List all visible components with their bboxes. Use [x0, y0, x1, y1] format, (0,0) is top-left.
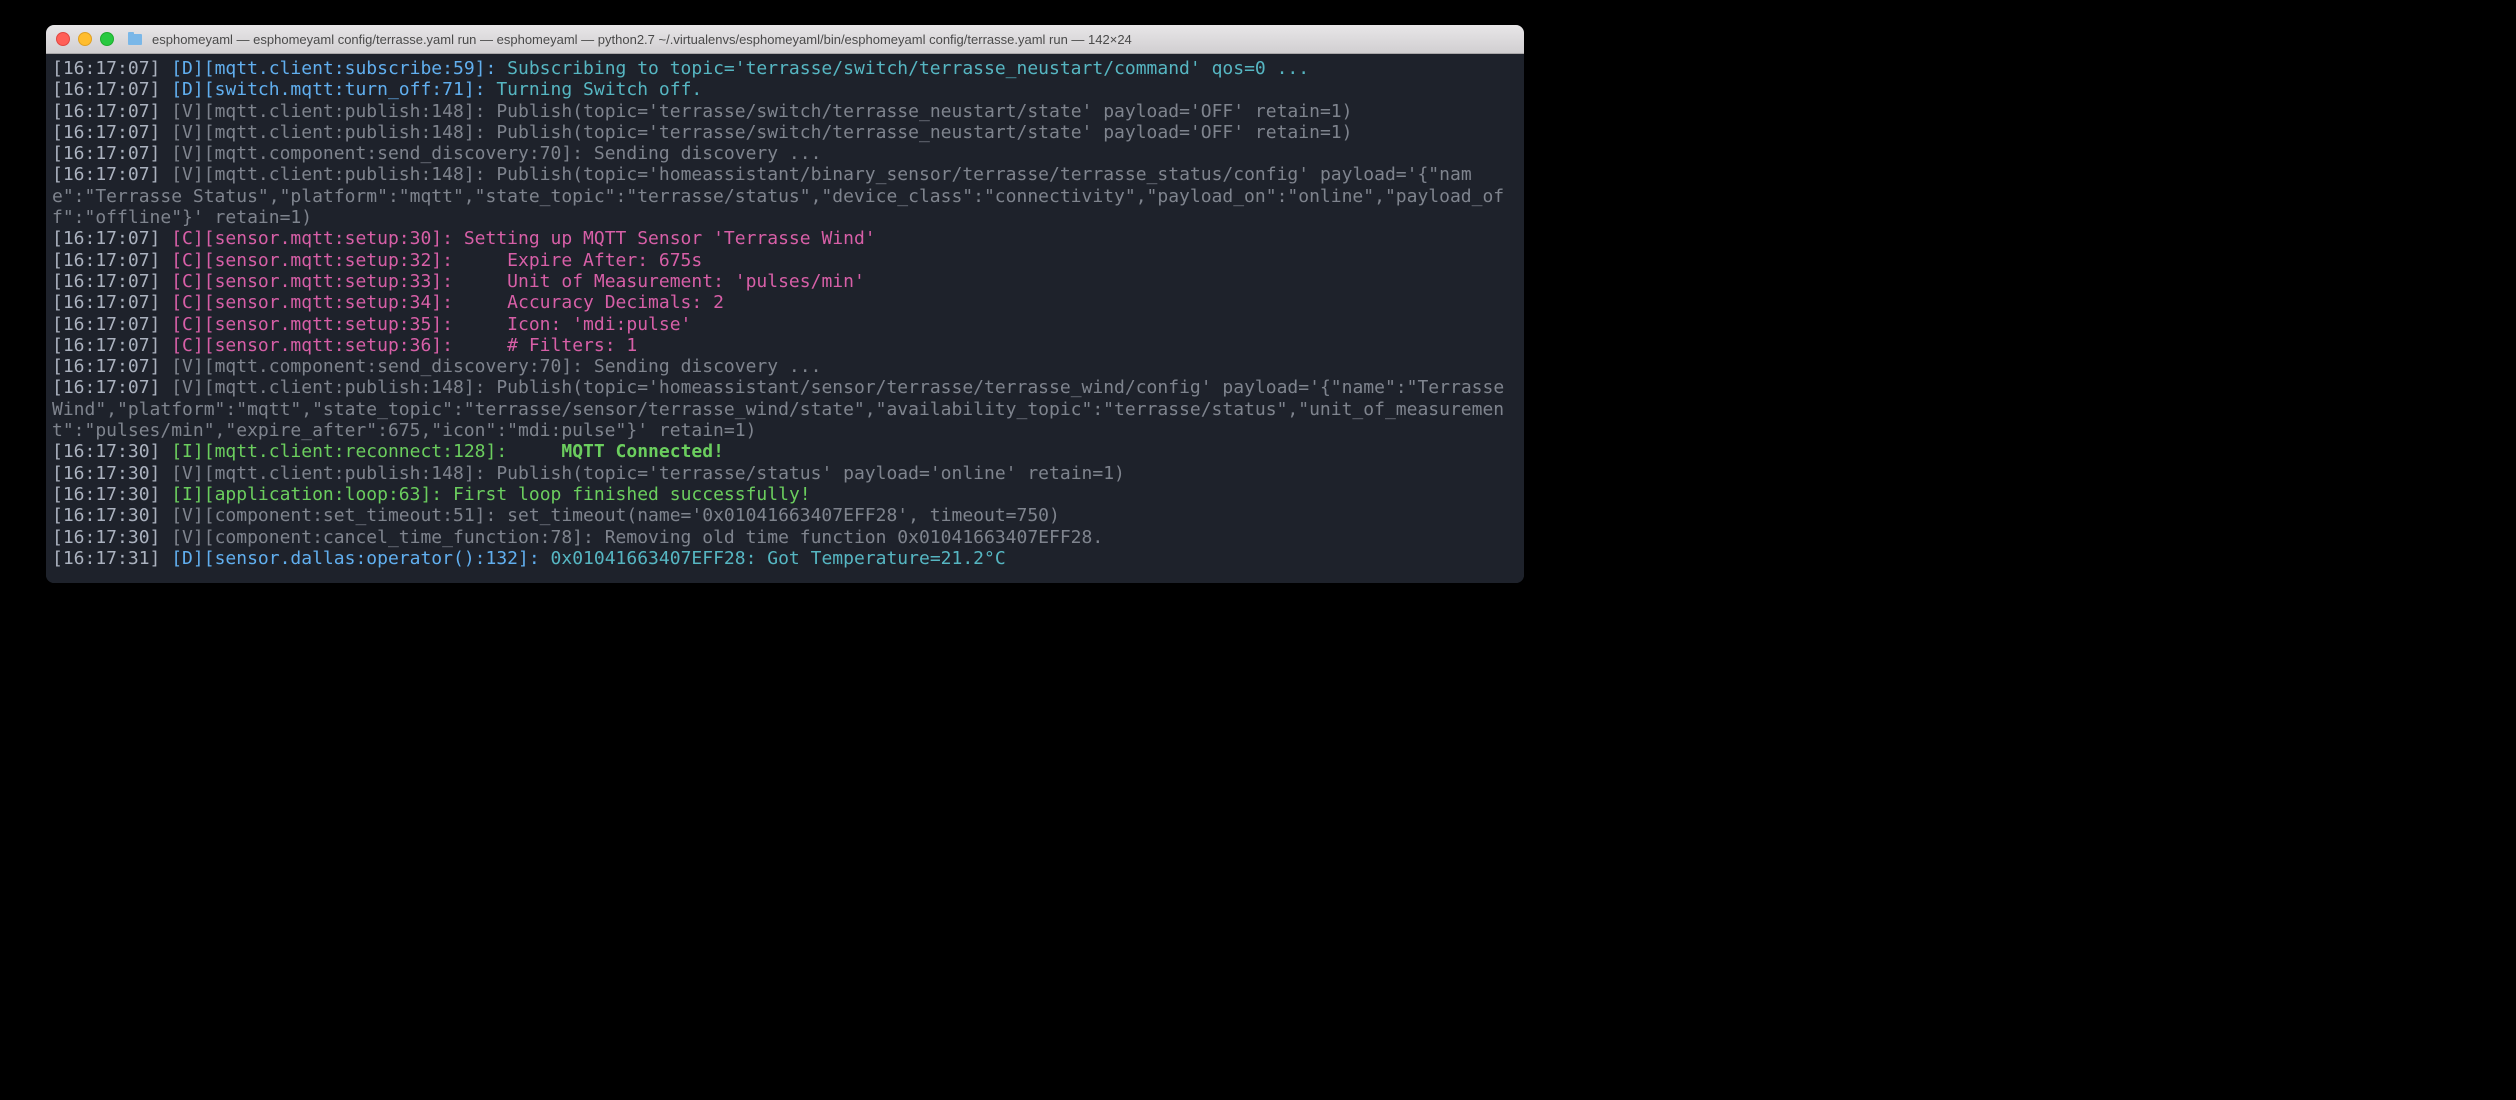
terminal-window: esphomeyaml — esphomeyaml config/terrass…	[46, 25, 1524, 583]
log-line: [16:17:07] [C][sensor.mqtt:setup:36]: # …	[52, 335, 1518, 356]
log-timestamp: [16:17:31]	[52, 548, 160, 569]
log-timestamp: [16:17:07]	[52, 377, 160, 398]
log-message: Sending discovery ...	[583, 143, 821, 164]
log-timestamp: [16:17:07]	[52, 122, 160, 143]
log-tag: [D][switch.mqtt:turn_off:71]:	[171, 79, 485, 100]
log-line: [16:17:30] [I][application:loop:63]: Fir…	[52, 484, 1518, 505]
log-line: [16:17:30] [I][mqtt.client:reconnect:128…	[52, 441, 1518, 462]
window-maximize-button[interactable]	[100, 32, 114, 46]
log-timestamp: [16:17:07]	[52, 271, 160, 292]
log-timestamp: [16:17:07]	[52, 292, 160, 313]
log-line: [16:17:07] [C][sensor.mqtt:setup:34]: Ac…	[52, 292, 1518, 313]
log-tag: [V][mqtt.client:publish:148]:	[171, 463, 485, 484]
window-close-button[interactable]	[56, 32, 70, 46]
log-line: [16:17:07] [V][mqtt.client:publish:148]:…	[52, 101, 1518, 122]
log-message: Unit of Measurement: 'pulses/min'	[453, 271, 865, 292]
log-line: [16:17:07] [D][mqtt.client:subscribe:59]…	[52, 58, 1518, 79]
log-timestamp: [16:17:30]	[52, 484, 160, 505]
log-tag: [C][sensor.mqtt:setup:32]:	[171, 250, 453, 271]
log-message: Setting up MQTT Sensor 'Terrasse Wind'	[453, 228, 876, 249]
log-timestamp: [16:17:30]	[52, 505, 160, 526]
log-line: [16:17:07] [C][sensor.mqtt:setup:35]: Ic…	[52, 314, 1518, 335]
log-message: Publish(topic='terrasse/switch/terrasse_…	[486, 122, 1353, 143]
log-tag: [D][mqtt.client:subscribe:59]:	[171, 58, 496, 79]
log-line: [16:17:30] [V][component:cancel_time_fun…	[52, 527, 1518, 548]
log-line: [16:17:30] [V][mqtt.client:publish:148]:…	[52, 463, 1518, 484]
log-message: set_timeout(name='0x01041663407EFF28', t…	[496, 505, 1060, 526]
log-message: # Filters: 1	[453, 335, 637, 356]
log-message: MQTT Connected!	[507, 441, 724, 462]
log-timestamp: [16:17:07]	[52, 314, 160, 335]
log-message: Publish(topic='terrasse/switch/terrasse_…	[486, 101, 1353, 122]
folder-icon	[128, 34, 142, 45]
log-message: Accuracy Decimals: 2	[453, 292, 724, 313]
log-tag: [V][mqtt.client:publish:148]:	[171, 101, 485, 122]
log-tag: [D][sensor.dallas:operator():132]:	[171, 548, 539, 569]
log-tag: [V][mqtt.client:publish:148]:	[171, 164, 485, 185]
log-timestamp: [16:17:07]	[52, 143, 160, 164]
log-tag: [V][mqtt.client:publish:148]:	[171, 122, 485, 143]
log-line: [16:17:07] [C][sensor.mqtt:setup:32]: Ex…	[52, 250, 1518, 271]
log-timestamp: [16:17:07]	[52, 250, 160, 271]
log-timestamp: [16:17:07]	[52, 79, 160, 100]
log-message: Subscribing to topic='terrasse/switch/te…	[496, 58, 1309, 79]
log-timestamp: [16:17:07]	[52, 335, 160, 356]
log-tag: [V][component:set_timeout:51]:	[171, 505, 496, 526]
log-line: [16:17:07] [D][switch.mqtt:turn_off:71]:…	[52, 79, 1518, 100]
log-timestamp: [16:17:30]	[52, 527, 160, 548]
log-timestamp: [16:17:07]	[52, 58, 160, 79]
log-timestamp: [16:17:07]	[52, 228, 160, 249]
log-line: [16:17:07] [V][mqtt.component:send_disco…	[52, 356, 1518, 377]
log-line: [16:17:07] [V][mqtt.component:send_disco…	[52, 143, 1518, 164]
log-tag: [V][component:cancel_time_function:78]:	[171, 527, 594, 548]
log-line: [16:17:30] [V][component:set_timeout:51]…	[52, 505, 1518, 526]
log-tag: [V][mqtt.component:send_discovery:70]:	[171, 356, 583, 377]
log-message: Icon: 'mdi:pulse'	[453, 314, 691, 335]
window-title: esphomeyaml — esphomeyaml config/terrass…	[152, 32, 1132, 47]
log-tag: [C][sensor.mqtt:setup:34]:	[171, 292, 453, 313]
log-message: Turning Switch off.	[486, 79, 703, 100]
log-timestamp: [16:17:30]	[52, 441, 160, 462]
window-minimize-button[interactable]	[78, 32, 92, 46]
log-line: [16:17:31] [D][sensor.dallas:operator():…	[52, 548, 1518, 569]
log-timestamp: [16:17:07]	[52, 356, 160, 377]
log-tag: [V][mqtt.client:publish:148]:	[171, 377, 485, 398]
log-tag: [C][sensor.mqtt:setup:35]:	[171, 314, 453, 335]
log-message: Removing old time function 0x01041663407…	[594, 527, 1103, 548]
log-message: Sending discovery ...	[583, 356, 821, 377]
log-message: First loop finished successfully!	[442, 484, 810, 505]
log-line: [16:17:07] [V][mqtt.client:publish:148]:…	[52, 122, 1518, 143]
terminal-output[interactable]: [16:17:07] [D][mqtt.client:subscribe:59]…	[46, 54, 1524, 583]
log-tag: [I][application:loop:63]:	[171, 484, 442, 505]
log-timestamp: [16:17:07]	[52, 164, 160, 185]
log-tag: [C][sensor.mqtt:setup:36]:	[171, 335, 453, 356]
log-message: 0x01041663407EFF28: Got Temperature=21.2…	[540, 548, 1006, 569]
log-line: [16:17:07] [V][mqtt.client:publish:148]:…	[52, 164, 1518, 228]
log-tag: [C][sensor.mqtt:setup:30]:	[171, 228, 453, 249]
log-timestamp: [16:17:07]	[52, 101, 160, 122]
log-line: [16:17:07] [C][sensor.mqtt:setup:30]: Se…	[52, 228, 1518, 249]
log-message: Publish(topic='terrasse/status' payload=…	[486, 463, 1125, 484]
log-timestamp: [16:17:30]	[52, 463, 160, 484]
log-tag: [V][mqtt.component:send_discovery:70]:	[171, 143, 583, 164]
log-tag: [I][mqtt.client:reconnect:128]:	[171, 441, 507, 462]
log-line: [16:17:07] [V][mqtt.client:publish:148]:…	[52, 377, 1518, 441]
titlebar: esphomeyaml — esphomeyaml config/terrass…	[46, 25, 1524, 54]
log-message: Expire After: 675s	[453, 250, 702, 271]
log-tag: [C][sensor.mqtt:setup:33]:	[171, 271, 453, 292]
log-line: [16:17:07] [C][sensor.mqtt:setup:33]: Un…	[52, 271, 1518, 292]
